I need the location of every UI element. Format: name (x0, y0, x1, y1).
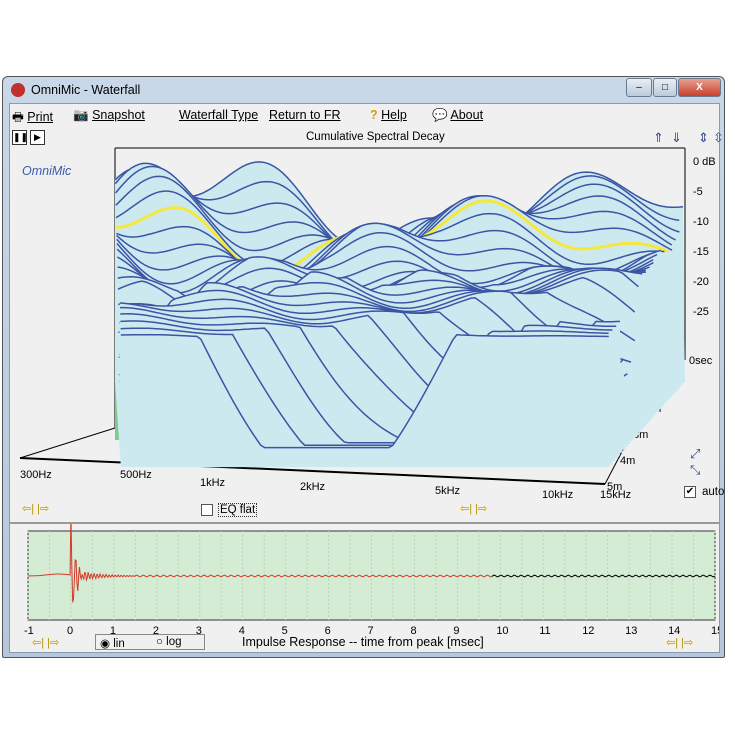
freq-tick-label: 10kHz (542, 489, 573, 501)
lin-radio[interactable]: ◉ lin (100, 636, 125, 650)
freq-tick-label: 2kHz (300, 481, 325, 493)
window-title: OmniMic - Waterfall (31, 83, 141, 97)
app-logo-icon (11, 83, 25, 97)
x-tick-label: 13 (625, 625, 637, 637)
freq-tick-label: 1kHz (200, 477, 225, 489)
ir-pan-left-arrows-icon[interactable]: ⇦| |⇨ (32, 636, 59, 649)
menu-bar: 🖶 Print 📷 Snapshot Waterfall Type Return… (10, 104, 719, 128)
camera-icon: 📷 (73, 108, 89, 122)
log-label: log (166, 636, 182, 648)
db-tick-label: -5 (693, 186, 703, 198)
eq-flat-label: EQ flat (218, 503, 258, 517)
scale-radio-group: ◉ lin ○ log (95, 634, 205, 650)
freq-tick-label: 300Hz (20, 469, 52, 481)
freq-pan-arrows-icon[interactable]: ⇦| |⇨ (22, 502, 49, 515)
impulse-panel: -10123456789101112131415 ⇦| |⇨ ◉ lin ○ l… (10, 522, 719, 652)
speech-bubble-icon: 💬 (432, 108, 448, 122)
about-label: About (450, 108, 484, 122)
log-radio[interactable]: ○ log (156, 636, 182, 648)
eq-flat-checkbox[interactable] (201, 504, 213, 516)
help-icon: ? (370, 108, 378, 122)
waterfall-chart: 300Hz 500Hz1kHz 2kHz 5kHz 10kHz 15kHz0 dB-5-1… (19, 147, 716, 501)
close-button[interactable]: X (678, 78, 721, 97)
x-tick-label: 0 (67, 625, 73, 637)
x-tick-label: 12 (582, 625, 594, 637)
ir-pan-right-arrows-icon[interactable]: ⇦| |⇨ (666, 636, 693, 649)
help-label: Help (381, 108, 407, 122)
left-axis (19, 148, 116, 459)
db-tick-label: 0 dB (693, 156, 716, 168)
x-tick-label: 15 (711, 625, 719, 637)
zoom-in-diagonal-icon[interactable]: ⤡ (690, 462, 700, 478)
freq-tick-label: 500Hz (120, 469, 152, 481)
maximize-button[interactable]: □ (653, 78, 677, 97)
printer-icon: 🖶 (12, 110, 24, 124)
impulse-xlabel: Impulse Response -- time from peak [msec… (242, 635, 484, 649)
zoom-out-diagonal-icon[interactable]: ⤢ (690, 446, 700, 462)
impulse-chart: -10123456789101112131415 (24, 524, 719, 637)
time-tick-label: 4m (620, 455, 635, 467)
menu-help[interactable]: ? Help (370, 108, 407, 122)
lin-label: lin (113, 638, 125, 650)
minimize-button[interactable]: – (626, 78, 652, 97)
menu-snapshot[interactable]: 📷 Snapshot (73, 108, 145, 123)
title-bar: OmniMic - Waterfall – □ X (3, 77, 724, 103)
db-tick-label: -10 (693, 216, 709, 228)
auto-label: auto (702, 486, 725, 498)
auto-checkbox[interactable]: ✔ (684, 486, 696, 498)
client-area: 🖶 Print 📷 Snapshot Waterfall Type Return… (9, 103, 724, 653)
menu-print[interactable]: 🖶 Print (12, 108, 53, 129)
print-label: Print (27, 110, 53, 124)
app-window: OmniMic - Waterfall – □ X 🖶 Print 📷 Snap… (2, 76, 725, 658)
return-label: Return to FR (269, 108, 341, 122)
time-tick-label: 0sec (689, 355, 713, 367)
menu-return-to-fr[interactable]: Return to FR (269, 108, 341, 122)
db-tick-label: -20 (693, 276, 709, 288)
x-tick-label: 10 (496, 625, 508, 637)
time-tick-label: 5m (607, 481, 622, 493)
db-tick-label: -25 (693, 306, 709, 318)
menu-waterfall-type[interactable]: Waterfall Type (179, 108, 258, 122)
freq-pan-arrows-right-icon[interactable]: ⇦| |⇨ (460, 502, 487, 515)
x-tick-label: 11 (539, 625, 550, 637)
menu-about[interactable]: 💬 About (432, 108, 483, 123)
waterfall-type-label: Waterfall Type (179, 108, 259, 122)
waterfall-panel: ❚❚ ▶ Cumulative Spectral Decay ⇑ ⇓ ⇕ ⇳ O… (10, 128, 724, 520)
snapshot-label: Snapshot (92, 108, 145, 122)
freq-tick-label: 5kHz (435, 485, 460, 497)
db-tick-label: -15 (693, 246, 709, 258)
